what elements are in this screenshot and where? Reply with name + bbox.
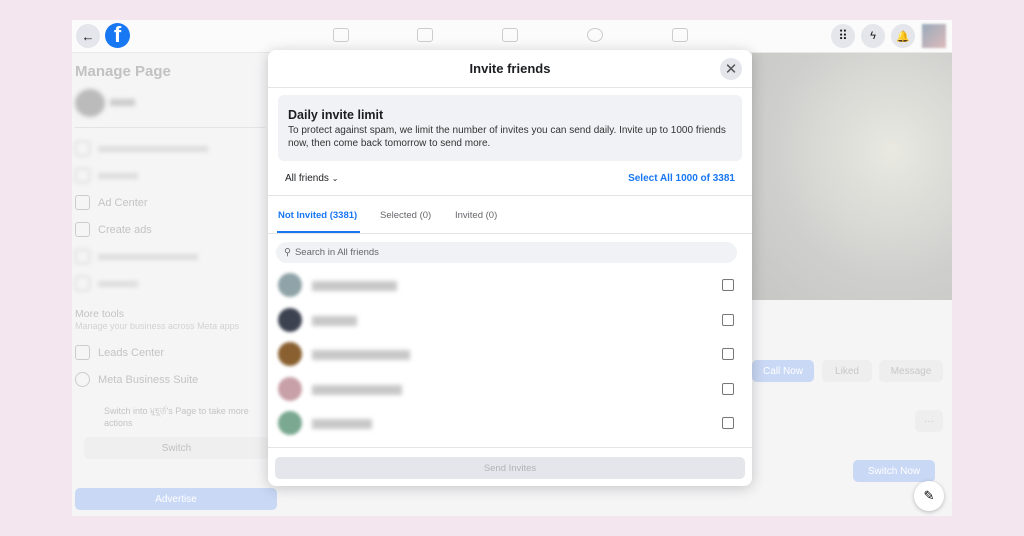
friends-filter-dropdown[interactable]: All friends ⌄ [285,173,338,184]
avatar [278,411,302,435]
label: Meta Business Suite [98,373,199,386]
avatar[interactable] [922,24,946,48]
edit-icon [75,222,90,237]
dialog-title: Invite friends [268,50,752,88]
switch-button[interactable]: Switch [84,437,269,459]
more-tools-heading: More tools [75,308,125,320]
top-bar: ← f ⠿ ϟ 🔔 [72,20,952,53]
manage-page-sidebar: Manage Page Ad Center Create ads More to… [72,53,277,516]
friend-row[interactable] [276,409,744,439]
switch-prompt: Switch into মুহূর্ত's Page to take more … [104,406,249,428]
friend-row[interactable] [276,271,744,301]
page-avatar [75,89,105,117]
daily-limit-notice: Daily invite limit To protect against sp… [278,95,742,161]
groups-icon[interactable] [587,28,603,42]
sidebar-item-settings[interactable] [75,276,138,291]
avatar [278,273,302,297]
menu-grid-icon[interactable]: ⠿ [831,24,855,48]
sidebar-item-ad-center[interactable]: Ad Center [75,195,148,210]
friend-row[interactable] [276,375,744,405]
avatar [278,377,302,401]
friend-name [312,281,397,291]
avatar [278,308,302,332]
close-icon[interactable]: ✕ [720,58,742,80]
friend-name [312,350,410,360]
search-icon: ⚲ [284,247,291,258]
advertise-button[interactable]: Advertise [75,488,277,510]
home-icon[interactable] [333,28,349,42]
avatar [278,342,302,366]
sidebar-item-insights[interactable] [75,168,138,183]
friend-row[interactable] [276,340,744,370]
sidebar-item-create-ads[interactable]: Create ads [75,222,152,237]
more-tools-subtitle: Manage your business across Meta apps [75,321,240,331]
gaming-icon[interactable] [672,28,688,42]
bell-icon[interactable]: 🔔 [891,24,915,48]
meta-suite-icon [75,372,90,387]
chevron-down-icon: ⌄ [331,174,339,183]
cover-photo [752,53,952,300]
divider [268,195,752,196]
label: Ad Center [98,196,148,209]
friend-checkbox[interactable] [722,314,734,326]
compose-edit-icon[interactable]: ✎ [914,481,944,511]
select-all-link[interactable]: Select All 1000 of 3381 [628,173,735,184]
friend-checkbox[interactable] [722,383,734,395]
sidebar-item-boost[interactable] [75,249,198,264]
notice-title: Daily invite limit [288,108,384,122]
notice-body: To protect against spam, we limit the nu… [288,125,726,149]
sidebar-item-meta-business-suite[interactable]: Meta Business Suite [75,372,198,387]
search-input[interactable]: ⚲ Search in All friends [276,242,737,263]
invite-friends-dialog: Invite friends ✕ Daily invite limit To p… [268,50,752,486]
page-title: Manage Page [75,63,171,80]
friend-name [312,385,402,395]
friend-checkbox[interactable] [722,279,734,291]
friend-name [312,419,372,429]
divider [75,127,265,128]
video-icon[interactable] [417,28,433,42]
friend-checkbox[interactable] [722,417,734,429]
search-placeholder: Search in All friends [294,247,379,258]
send-invites-button[interactable]: Send Invites [275,457,745,479]
label: Leads Center [98,346,165,359]
marketplace-icon[interactable] [502,28,518,42]
megaphone-icon [75,195,90,210]
back-button[interactable]: ← [76,24,100,48]
switch-now-button[interactable]: Switch Now [853,460,935,482]
facebook-logo[interactable]: f [105,23,130,48]
sidebar-item-dashboard[interactable] [75,141,208,156]
contact-card-icon [75,345,90,360]
call-now-button[interactable]: Call Now [752,360,814,382]
liked-button[interactable]: Liked [822,360,872,382]
tab-selected[interactable]: Selected (0) [380,210,431,221]
friend-row[interactable] [276,306,744,336]
more-options-button[interactable]: ··· [915,410,943,432]
friend-checkbox[interactable] [722,348,734,360]
filter-label: All friends [285,173,329,184]
tab-not-invited[interactable]: Not Invited (3381) [278,210,357,221]
divider [268,233,752,234]
divider [268,447,752,448]
tab-invited[interactable]: Invited (0) [455,210,497,221]
friend-name [312,316,357,326]
message-button[interactable]: Message [879,360,943,382]
sidebar-item-leads-center[interactable]: Leads Center [75,345,164,360]
page-name [110,99,135,106]
label: Create ads [98,223,152,236]
messenger-icon[interactable]: ϟ [861,24,885,48]
